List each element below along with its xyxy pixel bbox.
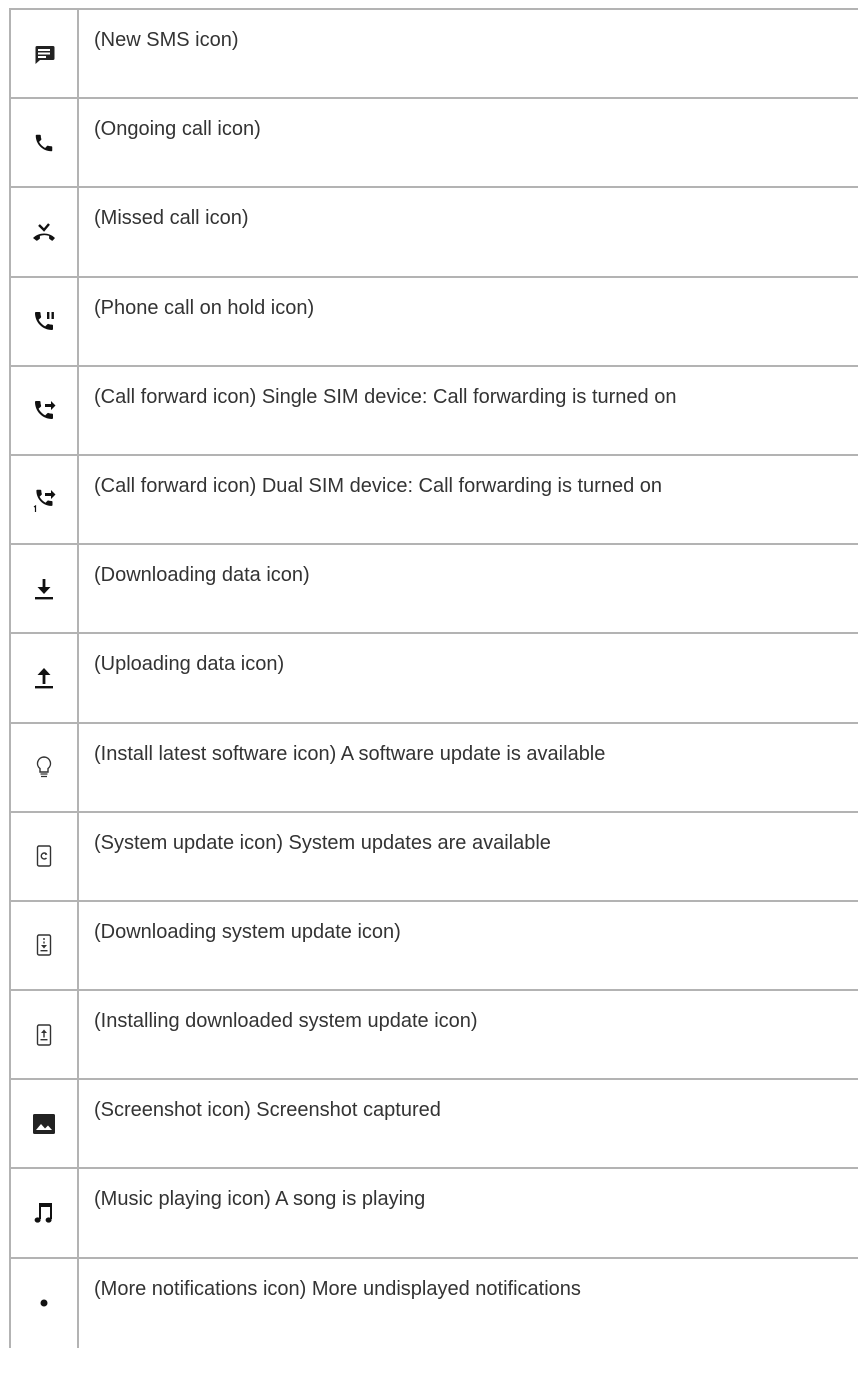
table-row: (Install latest software icon) A softwar… bbox=[9, 723, 858, 813]
system-update-icon bbox=[36, 845, 52, 867]
icon-cell bbox=[9, 455, 79, 544]
table-row: (System update icon) System updates are … bbox=[9, 812, 858, 902]
row-description: (Downloading system update icon) bbox=[94, 920, 401, 943]
icon-cell bbox=[9, 277, 79, 365]
icon-cell bbox=[9, 1169, 79, 1257]
icon-cell bbox=[9, 723, 79, 811]
table-row: (Uploading data icon) bbox=[9, 634, 858, 724]
row-description: (Phone call on hold icon) bbox=[94, 296, 315, 319]
downloading-system-update-icon bbox=[36, 934, 52, 957]
table-row: (Missed call icon) bbox=[9, 188, 858, 278]
icon-cell bbox=[9, 188, 79, 276]
row-description: (Install latest software icon) A softwar… bbox=[94, 742, 606, 765]
row-description: (More notifications icon) More undisplay… bbox=[94, 1277, 581, 1300]
table-row: (Music playing icon) A song is playing bbox=[9, 1169, 858, 1259]
uploading-data-icon bbox=[35, 667, 53, 689]
music-note-icon bbox=[34, 1203, 52, 1223]
row-description: (Call forward icon) Dual SIM device: Cal… bbox=[94, 474, 663, 497]
icon-cell bbox=[9, 634, 79, 722]
table-row: (Call forward icon) Dual SIM device: Cal… bbox=[9, 455, 858, 546]
row-description: (Installing downloaded system update ico… bbox=[94, 1010, 478, 1033]
row-description: (Screenshot icon) Screenshot captured bbox=[94, 1099, 441, 1122]
notification-icons-table: (New SMS icon) (Ongoing call icon) (Miss… bbox=[9, 8, 858, 1348]
icon-cell bbox=[9, 991, 79, 1079]
icon-cell bbox=[9, 1080, 79, 1168]
icon-cell bbox=[9, 10, 79, 98]
icon-cell bbox=[9, 901, 79, 990]
row-description: (Ongoing call icon) bbox=[94, 118, 261, 141]
row-description: (Uploading data icon) bbox=[94, 653, 285, 676]
row-description: (Call forward icon) Single SIM device: C… bbox=[94, 385, 677, 408]
table-row: (More notifications icon) More undisplay… bbox=[9, 1258, 858, 1348]
ongoing-call-icon bbox=[35, 134, 53, 152]
table-row: (Downloading system update icon) bbox=[9, 901, 858, 992]
table-row: (Downloading data icon) bbox=[9, 545, 858, 635]
row-description: (Missed call icon) bbox=[94, 207, 249, 230]
screenshot-icon bbox=[33, 1113, 55, 1134]
row-description: (System update icon) System updates are … bbox=[94, 831, 551, 854]
call-forward-sim1-icon bbox=[33, 489, 56, 512]
call-forward-icon bbox=[35, 401, 56, 420]
row-description: (Downloading data icon) bbox=[94, 564, 310, 587]
missed-call-icon bbox=[33, 223, 55, 241]
table-row: (Installing downloaded system update ico… bbox=[9, 991, 858, 1081]
new-sms-icon bbox=[35, 45, 55, 64]
dot-icon bbox=[40, 1299, 48, 1307]
table-row: (Ongoing call icon) bbox=[9, 99, 858, 189]
icon-cell bbox=[9, 812, 79, 900]
table-row: (Screenshot icon) Screenshot captured bbox=[9, 1080, 858, 1170]
icon-cell bbox=[9, 1258, 79, 1348]
table-row: (Call forward icon) Single SIM device: C… bbox=[9, 366, 858, 456]
icon-cell bbox=[9, 545, 79, 633]
installing-system-update-icon bbox=[36, 1023, 52, 1046]
row-description: (New SMS icon) bbox=[94, 29, 239, 51]
lightbulb-icon bbox=[36, 756, 52, 778]
icon-cell bbox=[9, 99, 79, 187]
downloading-data-icon bbox=[35, 578, 53, 600]
table-row: (New SMS icon) bbox=[9, 10, 858, 100]
call-on-hold-icon bbox=[35, 312, 54, 331]
row-description: (Music playing icon) A song is playing bbox=[94, 1188, 426, 1211]
icon-cell bbox=[9, 366, 79, 454]
table-row: (Phone call on hold icon) bbox=[9, 277, 858, 367]
